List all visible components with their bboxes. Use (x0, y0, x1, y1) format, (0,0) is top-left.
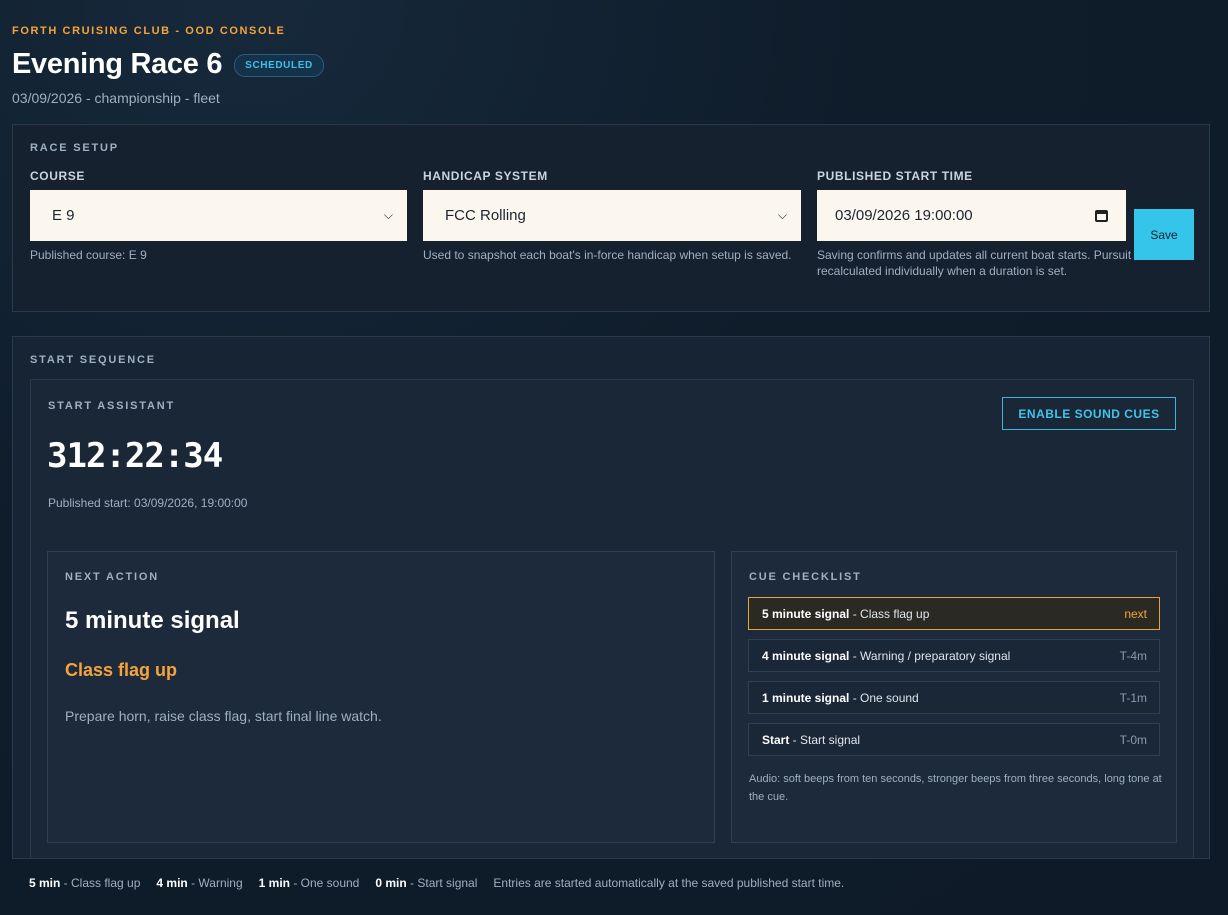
start-time-row: 03/09/2026 19:00:00 Save (817, 190, 1196, 260)
course-select-value: E 9 (52, 207, 75, 224)
cue-item: 4 minute signal - Warning / preparatory … (748, 639, 1160, 672)
start-time-input[interactable]: 03/09/2026 19:00:00 (817, 190, 1126, 241)
legend-time: 5 min (29, 876, 61, 890)
console-eyebrow: FORTH CRUISING CLUB - OOD CONSOLE (12, 25, 286, 37)
start-time-value: 03/09/2026 19:00:00 (835, 207, 973, 224)
handicap-select[interactable]: FCC Rolling ⌵ (423, 190, 801, 241)
cue-item-tag: T-0m (1119, 732, 1147, 747)
course-field: COURSE E 9 ⌵ Published course: E 9 (30, 169, 407, 263)
start-time-label: PUBLISHED START TIME (817, 169, 973, 183)
chevron-down-icon: ⌵ (777, 208, 787, 222)
course-select[interactable]: E 9 ⌵ (30, 190, 407, 241)
cue-item: 1 minute signal - One sound T-1m (748, 681, 1160, 714)
status-badge: SCHEDULED (234, 54, 324, 77)
legend-text: - Class flag up (60, 876, 141, 890)
cue-item: 5 minute signal - Class flag up next (748, 597, 1160, 630)
next-action-card: NEXT ACTION 5 minute signal Class flag u… (47, 551, 715, 843)
legend-item: 4 min - Warning (156, 876, 242, 890)
signal-legend: 5 min - Class flag up 4 min - Warning 1 … (29, 876, 860, 890)
next-action-label: NEXT ACTION (65, 571, 159, 583)
race-setup-label: RACE SETUP (30, 142, 119, 154)
cue-item-tag: next (1124, 606, 1147, 621)
legend-item: 5 min - Class flag up (29, 876, 140, 890)
legend-item: 1 min - One sound (259, 876, 360, 890)
handicap-label: HANDICAP SYSTEM (423, 169, 548, 183)
cue-item-tag: T-1m (1119, 690, 1147, 705)
cue-item-detail: - Warning / preparatory signal (849, 648, 1011, 663)
cue-item-name: 1 minute signal (762, 690, 850, 705)
handicap-field: HANDICAP SYSTEM FCC Rolling ⌵ Used to sn… (423, 169, 801, 263)
legend-time: 4 min (156, 876, 188, 890)
cue-item-name: 5 minute signal (762, 606, 850, 621)
cue-item-detail: - Start signal (789, 732, 861, 747)
legend-text: - Warning (187, 876, 243, 890)
cue-checklist-label: CUE CHECKLIST (749, 571, 862, 583)
legend-note: Entries are started automatically at the… (493, 876, 845, 890)
cue-item: Start - Start signal T-0m (748, 723, 1160, 756)
save-button[interactable]: Save (1134, 209, 1194, 260)
page-subtitle: 03/09/2026 - championship - fleet (12, 90, 220, 106)
countdown-timer: 312:22:34 (47, 436, 223, 476)
chevron-down-icon: ⌵ (383, 208, 393, 222)
legend-time: 1 min (258, 876, 290, 890)
legend-item: 0 min - Start signal (375, 876, 477, 890)
start-time-field: PUBLISHED START TIME 03/09/2026 19:00:00… (817, 169, 1196, 279)
handicap-help: Used to snapshot each boat's in-force ha… (423, 248, 792, 262)
page-title: Evening Race 6 (12, 48, 223, 80)
cue-item-text: 5 minute signal - Class flag up (762, 607, 929, 621)
cue-checklist-card: CUE CHECKLIST 5 minute signal - Class fl… (731, 551, 1177, 843)
enable-sound-cues-button[interactable]: ENABLE SOUND CUES (1002, 397, 1176, 430)
race-setup-panel: RACE SETUP COURSE E 9 ⌵ Published course… (12, 124, 1210, 312)
cue-item-text: Start - Start signal (762, 733, 860, 747)
cue-item-text: 4 minute signal - Warning / preparatory … (762, 649, 1010, 663)
start-sequence-label: START SEQUENCE (30, 354, 156, 366)
cue-item-detail: - Class flag up (849, 606, 930, 621)
audio-note: Audio: soft beeps from ten seconds, stro… (749, 773, 1162, 803)
published-start: Published start: 03/09/2026, 19:00:00 (48, 496, 248, 510)
title-row: Evening Race 6 SCHEDULED (12, 48, 324, 81)
next-action-subtitle: Class flag up (65, 660, 178, 680)
next-action-title: 5 minute signal (65, 607, 240, 634)
cue-item-name: Start (762, 732, 790, 747)
cue-item-name: 4 minute signal (762, 648, 850, 663)
calendar-icon[interactable] (1095, 209, 1108, 222)
handicap-select-value: FCC Rolling (445, 207, 526, 224)
start-assistant: START ASSISTANT ENABLE SOUND CUES 312:22… (30, 379, 1194, 859)
cue-item-detail: - One sound (849, 690, 919, 705)
start-sequence-panel: START SEQUENCE START ASSISTANT ENABLE SO… (12, 336, 1210, 859)
legend-text: - Start signal (406, 876, 478, 890)
start-assistant-label: START ASSISTANT (48, 400, 176, 412)
next-action-description: Prepare horn, raise class flag, start fi… (65, 708, 382, 724)
legend-text: - One sound (289, 876, 360, 890)
course-help: Published course: E 9 (30, 248, 147, 262)
course-label: COURSE (30, 169, 85, 183)
cue-item-text: 1 minute signal - One sound (762, 691, 919, 705)
legend-time: 0 min (375, 876, 407, 890)
cue-item-tag: T-4m (1119, 648, 1147, 663)
